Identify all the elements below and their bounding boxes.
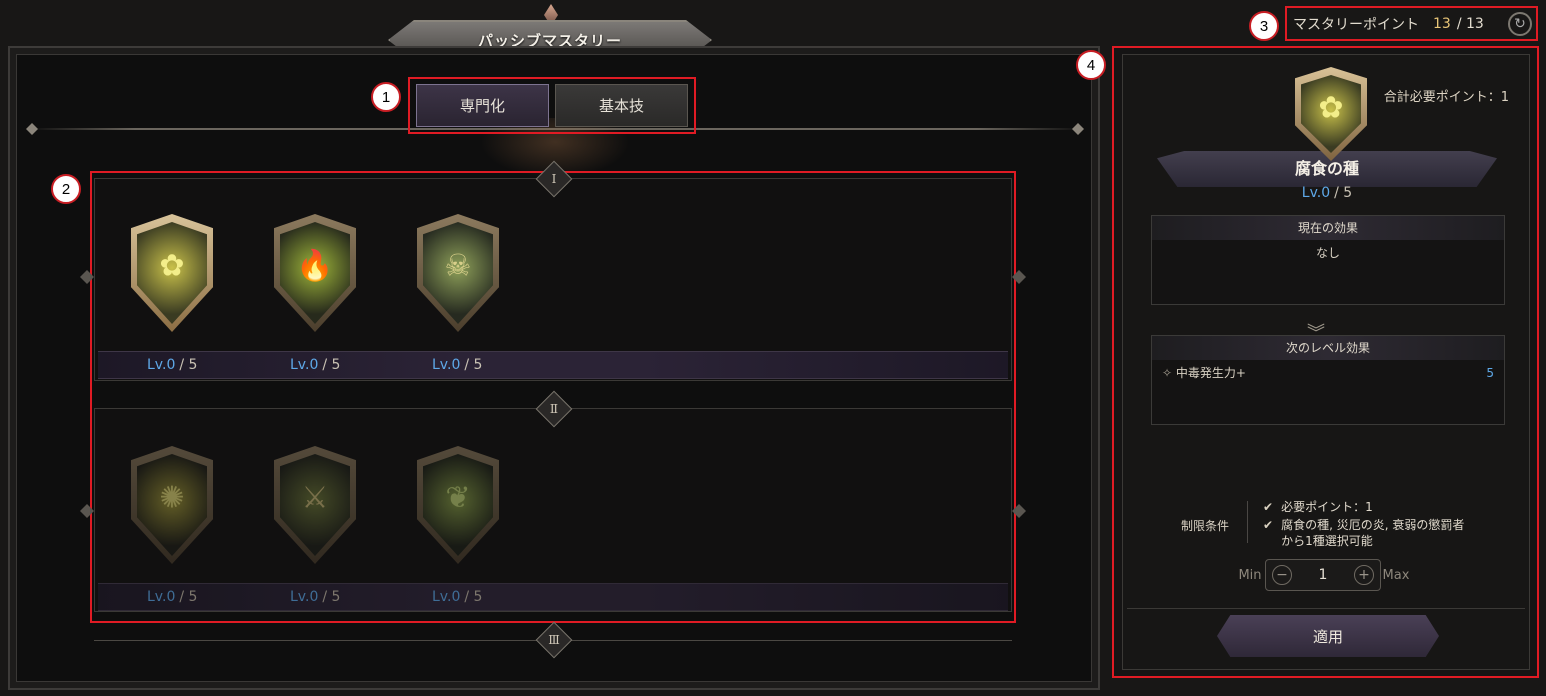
skill-level-label: Lv.0/ 5 [432,589,483,605]
category-tabs: 専門化 基本技 [408,77,696,134]
callout-3: 3 [1249,11,1279,41]
quantity-stepper: Min − 1 + Max [1235,559,1427,591]
skill-green-flame[interactable]: ❦ [417,446,499,564]
next-effect-value: 5 [1486,365,1494,380]
skill-radiant-figure[interactable]: ✺ [131,446,213,564]
next-effect-name: 中毒発生力+ [1175,366,1246,380]
next-effect-row: ✧ 中毒発生力+ 5 [1162,364,1494,381]
next-effect-heading: 次のレベル効果 [1152,336,1504,360]
skill-thorn-spear[interactable]: ⚔ [274,446,356,564]
skill-disaster-flame[interactable]: 🔥 [274,214,356,332]
skill-level-label: Lv.0/ 5 [290,589,341,605]
callout-4: 4 [1076,50,1106,80]
condition-list: ✔ 必要ポイント：1 ✔ 腐食の種, 災厄の炎, 衰弱の懲罰者 から1種選択可能 [1263,499,1464,551]
current-effect-heading: 現在の効果 [1152,216,1504,240]
max-button[interactable]: Max [1381,568,1411,583]
tier-2-label: Ⅱ [549,402,559,416]
green-flame-icon: ❦ [445,480,471,516]
min-button[interactable]: Min [1235,568,1265,583]
skill-level-label: Lv.0/ 5 [147,357,198,373]
skill-level-label: Lv.0/ 5 [147,589,198,605]
skill-detail-panel: 合計必要ポイント：1 ✿ 腐食の種 Lv.0/ 5 現在の効果 なし ︾ 次のレ… [1112,46,1539,678]
check-icon: ✔ [1263,500,1274,514]
tier-1-label: Ⅰ [551,172,557,186]
tier-2-level-bar [98,583,1008,611]
mastery-points-total: / 13 [1456,15,1484,32]
radiant-figure-icon: ✺ [159,480,185,516]
mastery-points-current: 13 [1433,15,1451,32]
current-effect-box: 現在の効果 なし [1151,215,1505,305]
mastery-points-label: マスタリーポイント [1293,16,1419,33]
skill-corrosion-seed[interactable]: ✿ [131,214,213,332]
apply-button[interactable]: 適用 [1217,615,1439,657]
condition-label: 制限条件 [1181,519,1230,533]
corrosion-seed-icon: ✿ [159,248,185,284]
minus-icon[interactable]: − [1272,565,1292,585]
next-effect-box: 次のレベル効果 ✧ 中毒発生力+ 5 [1151,335,1505,425]
tier-2-row [94,408,1012,612]
total-required-points: 合計必要ポイント：1 [1383,90,1509,105]
quantity-value: 1 [1318,567,1328,583]
divider [1127,608,1525,609]
plus-icon[interactable]: + [1353,565,1374,585]
callout-2: 2 [51,174,81,204]
tier-3-label: Ⅲ [548,633,560,647]
condition-item: から1種選択可能 [1281,534,1373,548]
thorn-spear-icon: ⚔ [301,480,329,516]
selected-skill-name: 腐食の種 [1294,159,1359,178]
skill-level-label: Lv.0/ 5 [290,357,341,373]
corrosion-seed-icon: ✿ [1318,90,1344,126]
selected-skill-level: Lv.0/ 5 [1301,185,1353,201]
condition-item: 必要ポイント：1 [1281,500,1373,514]
diamond-bullet-icon: ✧ [1162,366,1173,380]
disaster-flame-icon: 🔥 [296,248,334,284]
check-icon: ✔ [1263,518,1274,532]
skill-level-label: Lv.0/ 5 [432,357,483,373]
current-effect-text: なし [1315,246,1340,260]
callout-1: 1 [371,82,401,112]
tier-1-level-bar [98,351,1008,379]
reset-icon[interactable]: ↻ [1508,12,1532,36]
skill-weakness-punisher[interactable]: ☠ [417,214,499,332]
skill-detail-inner: 合計必要ポイント：1 ✿ 腐食の種 Lv.0/ 5 現在の効果 なし ︾ 次のレ… [1122,54,1530,670]
selected-skill-icon: ✿ [1295,67,1367,161]
tab-specialization[interactable]: 専門化 [416,84,549,127]
condition-item: 腐食の種, 災厄の炎, 衰弱の懲罰者 [1281,518,1465,532]
tab-basic-skills[interactable]: 基本技 [555,84,688,127]
mastery-points: マスタリーポイント 13 / 13 ↻ [1285,6,1538,41]
condition-separator [1247,501,1248,543]
weakness-punisher-icon: ☠ [444,248,472,284]
